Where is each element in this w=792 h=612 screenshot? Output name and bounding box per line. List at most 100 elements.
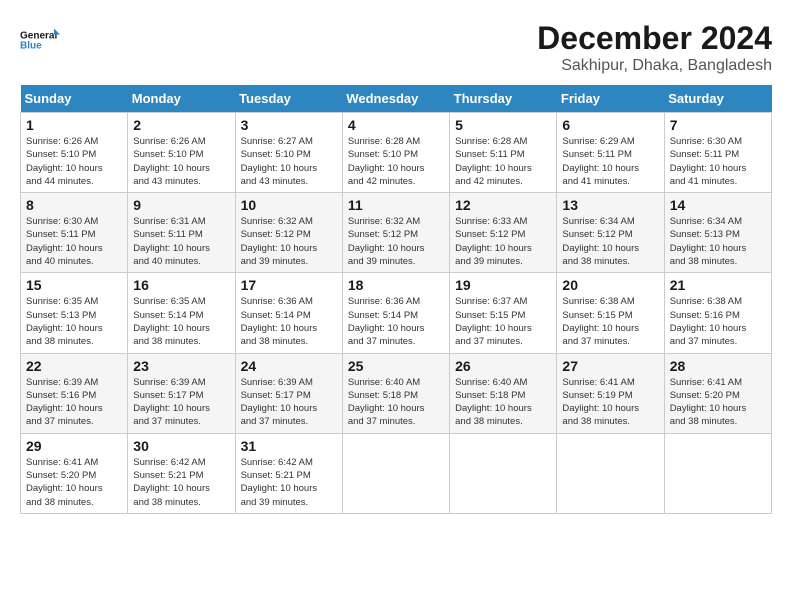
title-section: December 2024 Sakhipur, Dhaka, Banglades… [537,20,772,75]
day-num-14: 14 [670,197,766,213]
header-saturday: Saturday [664,85,771,113]
day-info-21: Sunrise: 6:38 AM Sunset: 5:16 PM Dayligh… [670,295,766,348]
day-num-21: 21 [670,277,766,293]
day-num-18: 18 [348,277,444,293]
day-info-29: Sunrise: 6:41 AM Sunset: 5:20 PM Dayligh… [26,456,122,509]
day-info-15: Sunrise: 6:35 AM Sunset: 5:13 PM Dayligh… [26,295,122,348]
day-info-5: Sunrise: 6:28 AM Sunset: 5:11 PM Dayligh… [455,135,551,188]
day-num-31: 31 [241,438,337,454]
day-num-25: 25 [348,358,444,374]
day-num-1: 1 [26,117,122,133]
week-row-5: 29 Sunrise: 6:41 AM Sunset: 5:20 PM Dayli… [21,433,772,513]
day-info-3: Sunrise: 6:27 AM Sunset: 5:10 PM Dayligh… [241,135,337,188]
day-num-5: 5 [455,117,551,133]
day-info-19: Sunrise: 6:37 AM Sunset: 5:15 PM Dayligh… [455,295,551,348]
day-num-22: 22 [26,358,122,374]
day-info-31: Sunrise: 6:42 AM Sunset: 5:21 PM Dayligh… [241,456,337,509]
day-num-9: 9 [133,197,229,213]
day-num-3: 3 [241,117,337,133]
day-num-15: 15 [26,277,122,293]
header-tuesday: Tuesday [235,85,342,113]
week-row-2: 8Sunrise: 6:30 AM Sunset: 5:11 PM Daylig… [21,193,772,273]
cell-3-6: 28Sunrise: 6:41 AM Sunset: 5:20 PM Dayli… [664,353,771,433]
day-info-8: Sunrise: 6:30 AM Sunset: 5:11 PM Dayligh… [26,215,122,268]
cell-2-1: 16Sunrise: 6:35 AM Sunset: 5:14 PM Dayli… [128,273,235,353]
cell-2-5: 20Sunrise: 6:38 AM Sunset: 5:15 PM Dayli… [557,273,664,353]
header-sunday: Sunday [21,85,128,113]
day-num-24: 24 [241,358,337,374]
day-num-2: 2 [133,117,229,133]
day-num-30: 30 [133,438,229,454]
day-num-16: 16 [133,277,229,293]
day-info-30: Sunrise: 6:42 AM Sunset: 5:21 PM Dayligh… [133,456,229,509]
day-num-11: 11 [348,197,444,213]
day-info-17: Sunrise: 6:36 AM Sunset: 5:14 PM Dayligh… [241,295,337,348]
cell-1-3: 11 Sunrise: 6:32 AM Sunset: 5:12 PM Dayli… [342,193,449,273]
day-info-7: Sunrise: 6:30 AM Sunset: 5:11 PM Dayligh… [670,135,766,188]
day-num-7: 7 [670,117,766,133]
cell-1-0: 8Sunrise: 6:30 AM Sunset: 5:11 PM Daylig… [21,193,128,273]
cell-3-5: 27 Sunrise: 6:41 AM Sunset: 5:19 PM Dayli… [557,353,664,433]
day-num-13: 13 [562,197,658,213]
cell-4-5 [557,433,664,513]
day-num-26: 26 [455,358,551,374]
svg-text:Blue: Blue [20,41,42,52]
day-info-12: Sunrise: 6:33 AM Sunset: 5:12 PM Dayligh… [455,215,551,268]
calendar-table: SundayMondayTuesdayWednesdayThursdayFrid… [20,85,772,514]
cell-1-5: 13 Sunrise: 6:34 AM Sunset: 5:12 PM Dayli… [557,193,664,273]
logo-svg: General Blue [20,20,60,60]
cell-4-1: 30 Sunrise: 6:42 AM Sunset: 5:21 PM Dayli… [128,433,235,513]
cell-2-3: 18 Sunrise: 6:36 AM Sunset: 5:14 PM Dayli… [342,273,449,353]
cell-2-2: 17 Sunrise: 6:36 AM Sunset: 5:14 PM Dayli… [235,273,342,353]
day-info-18: Sunrise: 6:36 AM Sunset: 5:14 PM Dayligh… [348,295,444,348]
cell-4-6 [664,433,771,513]
header-thursday: Thursday [450,85,557,113]
day-num-29: 29 [26,438,122,454]
cell-2-4: 19 Sunrise: 6:37 AM Sunset: 5:15 PM Dayli… [450,273,557,353]
day-num-12: 12 [455,197,551,213]
cell-1-4: 12 Sunrise: 6:33 AM Sunset: 5:12 PM Dayli… [450,193,557,273]
cell-1-1: 9 Sunrise: 6:31 AM Sunset: 5:11 PM Daylig… [128,193,235,273]
day-info-11: Sunrise: 6:32 AM Sunset: 5:12 PM Dayligh… [348,215,444,268]
logo: General Blue [20,20,60,60]
day-info-4: Sunrise: 6:28 AM Sunset: 5:10 PM Dayligh… [348,135,444,188]
day-info-9: Sunrise: 6:31 AM Sunset: 5:11 PM Dayligh… [133,215,229,268]
day-info-25: Sunrise: 6:40 AM Sunset: 5:18 PM Dayligh… [348,376,444,429]
cell-3-2: 24 Sunrise: 6:39 AM Sunset: 5:17 PM Dayli… [235,353,342,433]
day-info-2: Sunrise: 6:26 AM Sunset: 5:10 PM Dayligh… [133,135,229,188]
day-info-22: Sunrise: 6:39 AM Sunset: 5:16 PM Dayligh… [26,376,122,429]
day-info-27: Sunrise: 6:41 AM Sunset: 5:19 PM Dayligh… [562,376,658,429]
day-num-10: 10 [241,197,337,213]
header-wednesday: Wednesday [342,85,449,113]
cell-1-6: 14Sunrise: 6:34 AM Sunset: 5:13 PM Dayli… [664,193,771,273]
day-num-4: 4 [348,117,444,133]
day-info-13: Sunrise: 6:34 AM Sunset: 5:12 PM Dayligh… [562,215,658,268]
day-num-27: 27 [562,358,658,374]
day-info-10: Sunrise: 6:32 AM Sunset: 5:12 PM Dayligh… [241,215,337,268]
page-header: General Blue December 2024 Sakhipur, Dha… [20,20,772,75]
week-row-3: 15 Sunrise: 6:35 AM Sunset: 5:13 PM Dayli… [21,273,772,353]
cell-4-0: 29 Sunrise: 6:41 AM Sunset: 5:20 PM Dayli… [21,433,128,513]
day-num-28: 28 [670,358,766,374]
day-info-23: Sunrise: 6:39 AM Sunset: 5:17 PM Dayligh… [133,376,229,429]
month-title: December 2024 [537,20,772,57]
cell-0-4: 5 Sunrise: 6:28 AM Sunset: 5:11 PM Daylig… [450,113,557,193]
week-row-1: 1 Sunrise: 6:26 AM Sunset: 5:10 PM Daylig… [21,113,772,193]
cell-0-1: 2 Sunrise: 6:26 AM Sunset: 5:10 PM Daylig… [128,113,235,193]
cell-2-6: 21 Sunrise: 6:38 AM Sunset: 5:16 PM Dayli… [664,273,771,353]
day-info-20: Sunrise: 6:38 AM Sunset: 5:15 PM Dayligh… [562,295,658,348]
cell-3-4: 26Sunrise: 6:40 AM Sunset: 5:18 PM Dayli… [450,353,557,433]
day-num-17: 17 [241,277,337,293]
day-num-19: 19 [455,277,551,293]
cell-3-0: 22 Sunrise: 6:39 AM Sunset: 5:16 PM Dayli… [21,353,128,433]
day-info-6: Sunrise: 6:29 AM Sunset: 5:11 PM Dayligh… [562,135,658,188]
day-info-24: Sunrise: 6:39 AM Sunset: 5:17 PM Dayligh… [241,376,337,429]
location: Sakhipur, Dhaka, Bangladesh [537,57,772,75]
cell-3-3: 25 Sunrise: 6:40 AM Sunset: 5:18 PM Dayli… [342,353,449,433]
cell-0-0: 1Sunrise: 6:26 AM Sunset: 5:10 PM Daylig… [21,113,128,193]
cell-4-4 [450,433,557,513]
cell-4-2: 31 Sunrise: 6:42 AM Sunset: 5:21 PM Dayli… [235,433,342,513]
cell-0-2: 3 Sunrise: 6:27 AM Sunset: 5:10 PM Daylig… [235,113,342,193]
svg-text:General: General [20,31,57,42]
cell-1-2: 10 Sunrise: 6:32 AM Sunset: 5:12 PM Dayli… [235,193,342,273]
